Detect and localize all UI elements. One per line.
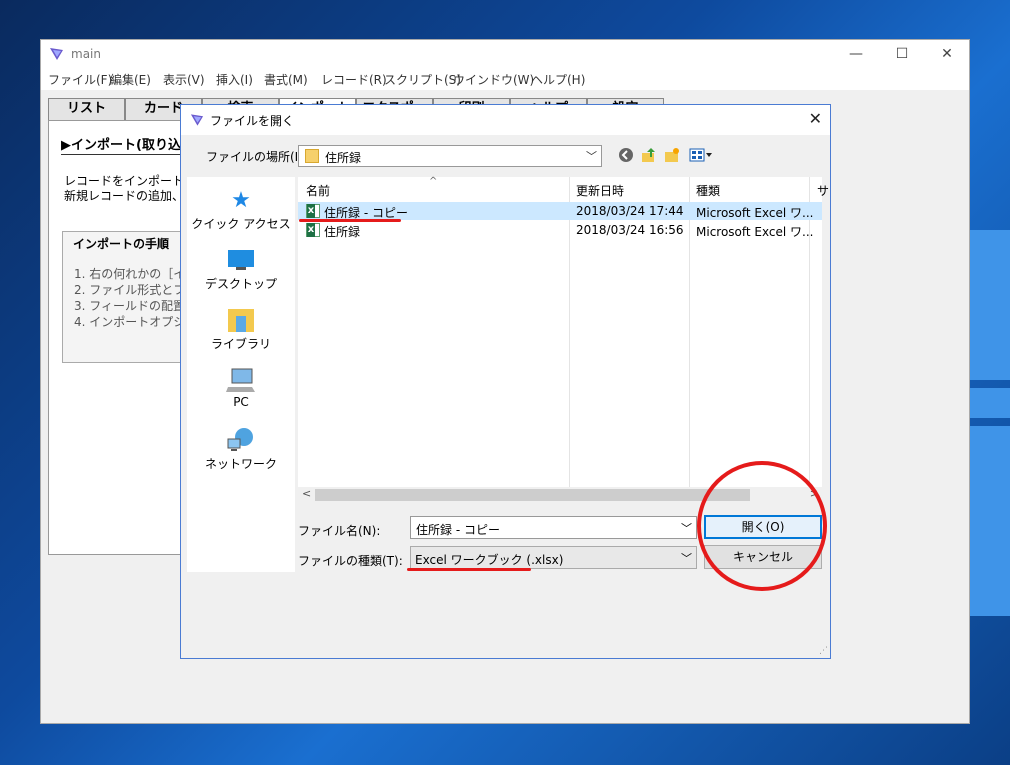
place-network[interactable]: ネットワーク: [187, 427, 295, 472]
new-folder-icon[interactable]: [663, 147, 681, 165]
excel-file-icon: [306, 223, 320, 237]
menu-bar: ファイル(F) 編集(E) 表示(V) 挿入(I) 書式(M) レコード(R) …: [41, 68, 969, 90]
window-title: main: [71, 47, 101, 61]
resize-grip-icon[interactable]: ⋰: [819, 646, 828, 656]
file-date: 2018/03/24 16:56: [576, 223, 684, 237]
folder-icon: [305, 149, 319, 163]
filename-label: ファイル名(N):: [298, 524, 381, 538]
close-button[interactable]: ✕: [932, 44, 962, 64]
place-label: ライブラリ: [210, 337, 271, 351]
dialog-close-button[interactable]: ✕: [809, 109, 822, 128]
pc-icon: [226, 367, 256, 393]
view-menu-icon[interactable]: [688, 147, 714, 165]
menu-format[interactable]: 書式(M): [264, 71, 308, 88]
menu-file[interactable]: ファイル(F): [48, 71, 112, 88]
tab-list[interactable]: リスト: [48, 98, 125, 120]
file-list: 名前 ^ 更新日時 種類 サ 住所録 - コピー 2018/03/24 17:4…: [298, 176, 829, 503]
file-row[interactable]: 住所録 2018/03/24 16:56 Microsoft Excel ワ..…: [298, 221, 822, 239]
filename-value: 住所録 - コピー: [416, 523, 500, 537]
desktop-windows-logo: [968, 230, 1010, 650]
column-header-type[interactable]: 種類: [696, 182, 720, 199]
step-item: 1. 右の何れかの［イ: [74, 267, 186, 281]
step-item: 2. ファイル形式とファ: [74, 283, 198, 297]
location-value: 住所録: [325, 151, 362, 165]
menu-window[interactable]: ウインドウ(W): [453, 71, 534, 88]
place-quick-access[interactable]: ★ クイック アクセス: [187, 187, 295, 232]
column-header-date[interactable]: 更新日時: [576, 182, 624, 199]
file-type: Microsoft Excel ワ...: [696, 206, 814, 220]
menu-script[interactable]: スクリプト(S): [384, 71, 461, 88]
filename-input[interactable]: 住所録 - コピー ﹀: [410, 516, 697, 539]
place-desktop[interactable]: デスクトップ: [187, 247, 295, 292]
step-item: 3. フィールドの配置: [74, 299, 186, 313]
place-label: デスクトップ: [204, 277, 277, 291]
filetype-dropdown[interactable]: Excel ワークブック (.xlsx) ﹀: [410, 546, 697, 569]
import-description-2: 新規レコードの追加、対: [64, 189, 197, 203]
dialog-title-bar: ファイルを開く ✕: [181, 105, 830, 135]
menu-view[interactable]: 表示(V): [163, 71, 205, 88]
file-type: Microsoft Excel ワ...: [696, 225, 814, 239]
scrollbar-thumb[interactable]: [315, 489, 750, 501]
desktop-icon: [226, 247, 256, 273]
place-pc[interactable]: PC: [187, 367, 295, 409]
maximize-button[interactable]: ☐: [887, 44, 917, 64]
up-folder-icon[interactable]: [640, 147, 658, 165]
menu-insert[interactable]: 挿入(I): [216, 71, 253, 88]
column-header-name[interactable]: 名前: [306, 182, 330, 199]
library-icon: [226, 307, 256, 333]
location-dropdown[interactable]: 住所録 ﹀: [298, 145, 602, 167]
steps-title: インポートの手順: [73, 237, 170, 251]
chevron-down-icon: ﹀: [586, 150, 597, 163]
back-icon[interactable]: [617, 147, 635, 165]
place-library[interactable]: ライブラリ: [187, 307, 295, 352]
places-bar: ★ クイック アクセス デスクトップ ライブラリ PC ネットワーク: [187, 177, 295, 572]
location-label: ファイルの場所(I):: [206, 150, 307, 164]
place-label: ネットワーク: [204, 457, 277, 471]
file-date: 2018/03/24 17:44: [576, 204, 684, 218]
menu-edit[interactable]: 編集(E): [110, 71, 151, 88]
sort-arrow-icon: ^: [429, 176, 438, 187]
menu-record[interactable]: レコード(R): [321, 71, 387, 88]
annotation-underline-filetype: [407, 568, 531, 571]
chevron-down-icon: ﹀: [681, 552, 692, 565]
title-bar: main — ☐ ✕: [41, 40, 969, 68]
step-item: 4. インポートオプショ: [74, 315, 198, 329]
filetype-value: Excel ワークブック (.xlsx): [415, 553, 564, 567]
star-icon: ★: [231, 187, 251, 213]
column-header-size[interactable]: サ: [817, 182, 829, 199]
file-row-selected[interactable]: 住所録 - コピー 2018/03/24 17:44 Microsoft Exc…: [298, 202, 822, 220]
excel-file-icon: [306, 204, 320, 218]
file-name: 住所録: [324, 225, 361, 239]
place-label: PC: [233, 395, 249, 409]
file-list-header: 名前 ^ 更新日時 種類 サ: [298, 176, 829, 201]
network-icon: [226, 427, 256, 453]
import-heading: ▶インポート(取り込み: [61, 138, 194, 153]
menu-help[interactable]: ヘルプ(H): [531, 71, 585, 88]
chevron-down-icon[interactable]: ﹀: [681, 520, 692, 536]
filetype-label: ファイルの種類(T):: [298, 554, 403, 568]
place-label: クイック アクセス: [191, 217, 291, 231]
app-icon: [50, 48, 63, 60]
annotation-circle-open-button: [697, 461, 827, 591]
dialog-title: ファイルを開く: [210, 114, 295, 128]
scroll-left-icon[interactable]: <: [302, 487, 311, 500]
app-icon: [190, 114, 204, 126]
minimize-button[interactable]: —: [841, 44, 871, 64]
heading-underline: [61, 154, 181, 155]
annotation-underline-filename: [299, 219, 401, 222]
